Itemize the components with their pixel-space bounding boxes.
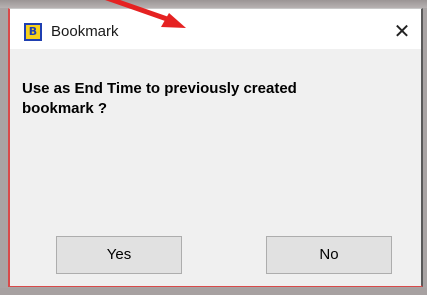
yes-button[interactable]: Yes <box>56 236 182 274</box>
app-icon: B <box>24 23 42 41</box>
dialog-titlebar[interactable]: B Bookmark ✕ <box>10 9 421 49</box>
no-button[interactable]: No <box>266 236 392 274</box>
bookmark-dialog: B Bookmark ✕ Use as End Time to previous… <box>8 8 423 287</box>
close-icon: ✕ <box>393 19 411 43</box>
annotation-arrow <box>105 0 186 28</box>
dialog-message: Use as End Time to previously created bo… <box>22 80 297 117</box>
annotation-arrow-line <box>105 0 170 22</box>
dialog-button-area: Yes No <box>10 219 421 286</box>
screen-backdrop-bottom <box>0 288 427 295</box>
annotation-arrow-head <box>161 13 186 28</box>
app-icon-glyph: B <box>28 25 38 38</box>
dialog-content: Use as End Time to previously created bo… <box>10 49 421 219</box>
screen-backdrop-top <box>0 0 427 8</box>
close-button[interactable]: ✕ <box>383 17 421 45</box>
